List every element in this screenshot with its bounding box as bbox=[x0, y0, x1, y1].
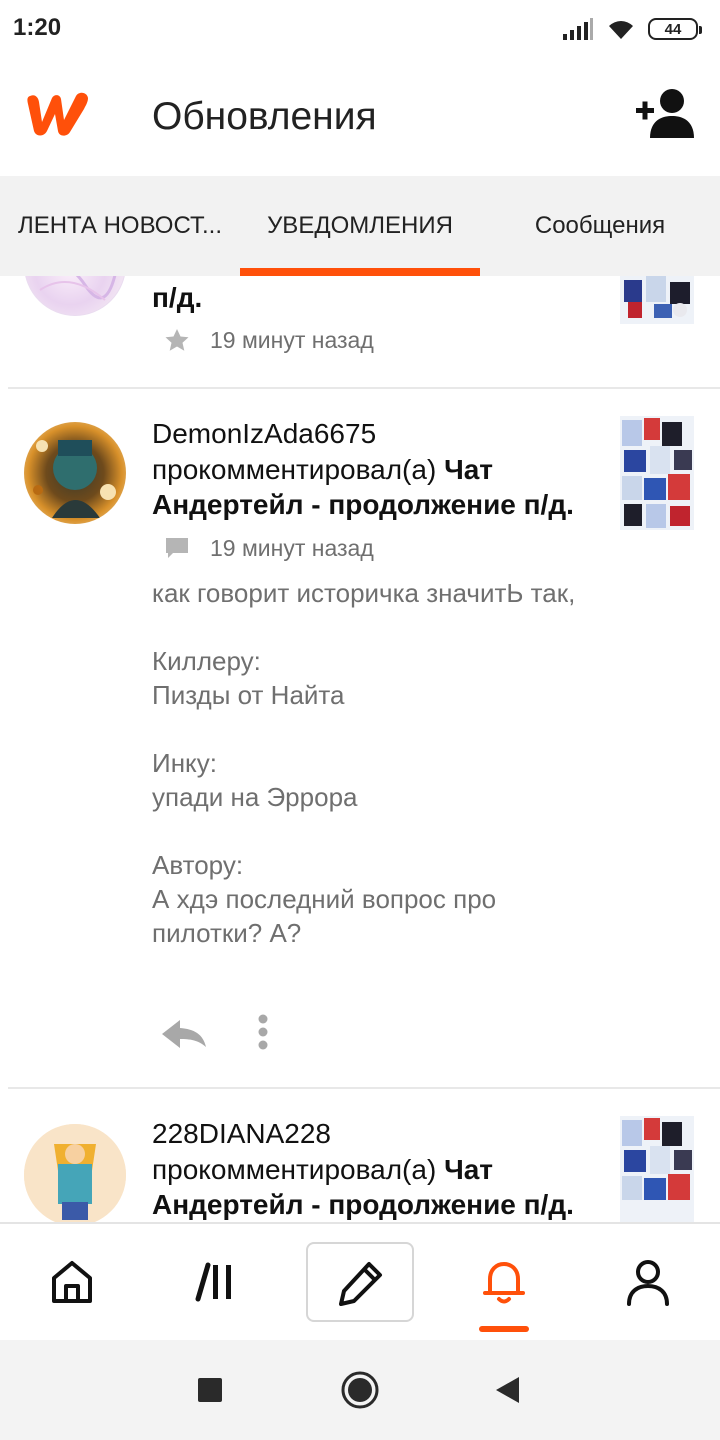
nav-profile[interactable] bbox=[588, 1224, 708, 1340]
active-nav-indicator bbox=[479, 1326, 529, 1332]
tab-notifications[interactable]: УВЕДОМЛЕНИЯ bbox=[240, 176, 480, 276]
notifications-list[interactable]: п/д. 19 минут назад DemonIzAda6675 проко… bbox=[0, 276, 720, 1222]
tab-bar: ЛЕНТА НОВОСТ... УВЕДОМЛЕНИЯ Сообщения bbox=[0, 176, 720, 276]
status-time: 1:20 bbox=[13, 14, 62, 41]
library-icon bbox=[195, 1262, 231, 1302]
bottom-navigation bbox=[0, 1222, 720, 1340]
add-friend-icon[interactable] bbox=[634, 88, 698, 140]
status-bar: 1:20 44 bbox=[0, 0, 720, 58]
username[interactable]: DemonIzAda6675 bbox=[152, 418, 376, 450]
divider bbox=[8, 1087, 720, 1089]
tab-messages[interactable]: Сообщения bbox=[480, 176, 720, 276]
star-icon bbox=[160, 326, 194, 354]
username[interactable]: 228DIANA228 bbox=[152, 1118, 331, 1150]
action-text: прокомментировал(а) bbox=[152, 454, 437, 485]
avatar[interactable] bbox=[24, 276, 126, 316]
more-options-icon[interactable] bbox=[257, 1014, 269, 1050]
avatar[interactable] bbox=[24, 1124, 126, 1222]
page-title: Обновления bbox=[152, 95, 377, 138]
story-title-tail[interactable]: п/д. bbox=[152, 282, 202, 313]
back-triangle-icon bbox=[496, 1377, 519, 1403]
back-button[interactable] bbox=[485, 1368, 529, 1412]
action-text: прокомментировал(а) bbox=[152, 1154, 437, 1185]
circle-icon bbox=[341, 1371, 379, 1409]
nav-write[interactable] bbox=[306, 1242, 414, 1322]
home-icon bbox=[52, 1261, 92, 1303]
notification-time: 19 минут назад bbox=[210, 534, 374, 561]
notification-text: прокомментировал(а) Чат Андертейл - прод… bbox=[152, 452, 582, 522]
notification-meta: 19 минут назад bbox=[160, 534, 374, 562]
signal-icon bbox=[563, 18, 593, 40]
profile-icon bbox=[627, 1260, 669, 1306]
battery-level: 44 bbox=[664, 20, 682, 38]
app-header: Обновления bbox=[0, 58, 720, 176]
story-cover-thumbnail[interactable] bbox=[620, 1116, 694, 1222]
comment-text: как говорит историчка значитЬ так, Килле… bbox=[152, 578, 576, 948]
active-tab-indicator bbox=[240, 268, 480, 276]
reply-icon[interactable] bbox=[158, 1016, 208, 1050]
pencil-icon bbox=[339, 1262, 382, 1306]
notification-meta: 19 минут назад bbox=[160, 326, 374, 354]
status-icons: 44 bbox=[562, 15, 702, 43]
comment-icon bbox=[160, 534, 194, 562]
wattpad-logo-icon[interactable] bbox=[24, 88, 94, 140]
wifi-icon bbox=[609, 21, 633, 39]
system-navigation-bar bbox=[0, 1340, 720, 1440]
recent-apps-button[interactable] bbox=[188, 1368, 232, 1412]
divider bbox=[8, 387, 720, 389]
nav-notifications[interactable] bbox=[444, 1224, 564, 1340]
notification-text: п/д. bbox=[152, 280, 582, 315]
home-button[interactable] bbox=[338, 1368, 382, 1412]
notification-text: прокомментировал(а) Чат Андертейл - прод… bbox=[152, 1152, 582, 1222]
nav-library[interactable] bbox=[157, 1224, 277, 1340]
nav-home[interactable] bbox=[12, 1224, 132, 1340]
story-cover-thumbnail[interactable] bbox=[620, 276, 694, 324]
avatar[interactable] bbox=[24, 422, 126, 524]
notification-time: 19 минут назад bbox=[210, 326, 374, 353]
square-icon bbox=[198, 1378, 222, 1402]
bell-icon bbox=[483, 1262, 525, 1304]
story-cover-thumbnail[interactable] bbox=[620, 416, 694, 530]
battery-icon: 44 bbox=[648, 18, 702, 40]
tab-news-feed[interactable]: ЛЕНТА НОВОСТ... bbox=[0, 176, 240, 276]
